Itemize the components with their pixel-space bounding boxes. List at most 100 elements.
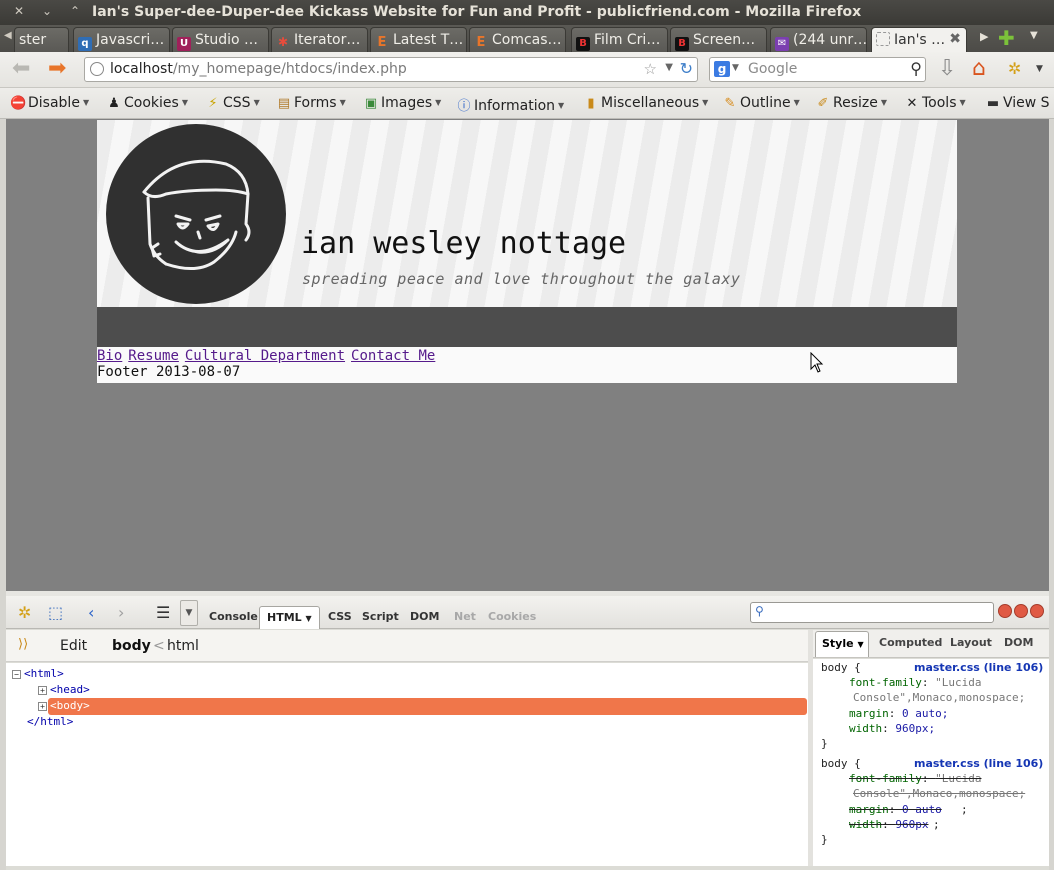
tab-console[interactable]: Console [209, 610, 258, 623]
tab-net[interactable]: Net [454, 610, 476, 623]
tab-label: Film Cri… [594, 32, 661, 48]
nav-link-bio[interactable]: Bio [97, 348, 122, 364]
url-history-dropdown-icon[interactable]: ▼ [665, 62, 673, 73]
tab-cookies[interactable]: Cookies [488, 610, 536, 623]
search-bar[interactable]: g ▼ Google ⚲ [709, 57, 926, 82]
window-close-icon[interactable]: ✕ [14, 4, 24, 18]
firebug-icon[interactable]: ✲ [1008, 56, 1021, 82]
tab-style[interactable]: Style ▼ [815, 631, 869, 657]
css-property-overridden[interactable]: margin: 0 auto [849, 803, 942, 816]
e-site-icon: E [377, 35, 387, 50]
tab-label: Iterator… [294, 32, 361, 48]
browser-tab[interactable]: B Screen… [670, 27, 767, 52]
browser-tab[interactable]: E Comcas… [469, 27, 566, 52]
css-source-link[interactable]: master.css (line 106) [914, 661, 1043, 674]
browser-tab[interactable]: ✱ Iterator… [271, 27, 368, 52]
url-path: /my_homepage/htdocs/index.php [172, 61, 407, 77]
tab-layout[interactable]: Layout [950, 636, 992, 649]
firebug-search-input[interactable]: ⚲ [750, 602, 994, 623]
nav-link-cultural-department[interactable]: Cultural Department [185, 348, 345, 364]
list-all-tabs-icon[interactable]: ▼ [1030, 30, 1038, 41]
detach-firebug-icon[interactable] [1014, 604, 1028, 618]
picture-icon: ▣ [364, 96, 378, 111]
engine-dropdown-icon[interactable]: ▼ [732, 63, 739, 73]
css-selector: body { [821, 661, 861, 674]
css-property[interactable]: margin: 0 auto; [849, 707, 948, 720]
list-icon[interactable]: ☰ [156, 603, 170, 622]
tab-css[interactable]: CSS [328, 610, 352, 623]
tab-dom[interactable]: DOM [410, 610, 439, 623]
expand-icon[interactable]: + [38, 702, 47, 711]
menu-information[interactable]: ⓘ Information ▼ [456, 95, 564, 114]
scroll-tabs-right-icon[interactable]: ▶ [980, 30, 988, 43]
browser-tab-active[interactable]: Ian's … ✖ [871, 27, 967, 52]
nav-link-resume[interactable]: Resume [128, 348, 179, 364]
menu-label: Cookies [124, 95, 179, 111]
window-minimize-icon[interactable]: ⌄ [42, 4, 52, 18]
forward-icon[interactable]: › [118, 603, 124, 622]
browser-tab[interactable]: ster [14, 27, 69, 52]
tree-node-html[interactable]: − <html> [12, 667, 64, 680]
google-engine-icon[interactable]: g [714, 61, 730, 77]
new-tab-icon[interactable]: ✚ [998, 26, 1015, 50]
browser-tab[interactable]: q Javascri… [73, 27, 170, 52]
collapse-icon[interactable]: − [12, 670, 21, 679]
css-property-overridden[interactable]: font-family: "Lucida [849, 772, 981, 785]
break-on-mutate-icon[interactable]: ⟩⟩ [18, 637, 28, 652]
tab-computed[interactable]: Computed [879, 636, 942, 649]
window-maximize-icon[interactable]: ⌃ [70, 4, 80, 18]
url-bar[interactable]: localhost/my_homepage/htdocs/index.php ☆… [84, 57, 698, 82]
browser-tab[interactable]: E Latest T… [370, 27, 467, 52]
menu-images[interactable]: ▣ Images ▼ [363, 95, 441, 111]
tab-style-label: Style [822, 637, 854, 650]
css-source-link[interactable]: master.css (line 106) [914, 757, 1043, 770]
panels-dropdown-icon[interactable]: ▼ [180, 600, 198, 626]
tree-node-body[interactable]: + <body> [38, 699, 90, 712]
tab-label: Ian's … [894, 32, 946, 48]
b-site-icon: B [576, 37, 590, 51]
tab-side-dom[interactable]: DOM [1004, 636, 1033, 649]
bookmark-star-icon[interactable]: ☆ [644, 60, 657, 78]
browser-tab[interactable]: ✉ (244 unr… [770, 27, 867, 52]
menu-forms[interactable]: ▤ Forms ▼ [276, 95, 346, 111]
back-arrow-icon[interactable]: ⬅ [12, 56, 30, 82]
nav-link-contact-me[interactable]: Contact Me [351, 348, 435, 364]
menu-cookies[interactable]: ♟ Cookies ▼ [106, 95, 188, 111]
browser-tab[interactable]: U Studio … [172, 27, 269, 52]
close-tab-icon[interactable]: ✖ [949, 31, 961, 47]
search-icon[interactable]: ⚲ [910, 59, 922, 78]
menu-resize[interactable]: ✐ Resize ▼ [815, 95, 887, 111]
tree-node-head[interactable]: + <head> [38, 683, 90, 696]
site-identity-icon[interactable] [90, 62, 104, 76]
back-icon[interactable]: ‹ [88, 603, 94, 622]
tab-script[interactable]: Script [362, 610, 399, 623]
home-icon[interactable]: ⌂ [972, 56, 986, 82]
menu-css[interactable]: ⚡ CSS ▼ [205, 95, 259, 111]
inspect-element-icon[interactable]: ⬚ [48, 603, 63, 622]
close-firebug-icon[interactable] [1030, 604, 1044, 618]
search-input[interactable]: Google [748, 61, 797, 77]
tree-selection-highlight [48, 698, 807, 715]
menu-tools[interactable]: ✕ Tools ▼ [904, 95, 966, 111]
menu-outline[interactable]: ✎ Outline ▼ [722, 95, 800, 111]
reload-icon[interactable]: ↻ [680, 59, 693, 78]
breadcrumb-parent[interactable]: html [167, 638, 199, 654]
menu-miscellaneous[interactable]: ▮ Miscellaneous ▼ [583, 95, 708, 111]
css-property-overridden[interactable]: width: 960px [849, 818, 929, 831]
scroll-tabs-left-icon[interactable]: ◀ [4, 30, 12, 41]
css-property[interactable]: font-family: "Lucida [849, 676, 981, 689]
tab-label: Screen… [693, 32, 756, 48]
tab-html[interactable]: HTML ▼ [259, 606, 320, 629]
menu-view-source[interactable]: ▬ View S [985, 95, 1050, 111]
downloads-icon[interactable]: ⇩ [938, 56, 956, 82]
forward-arrow-icon[interactable]: ➡ [48, 56, 66, 82]
browser-tab[interactable]: B Film Cri… [571, 27, 668, 52]
css-property[interactable]: width: 960px; [849, 722, 935, 735]
firebug-bug-icon[interactable]: ✲ [18, 603, 31, 622]
edit-button[interactable]: Edit [60, 638, 87, 654]
expand-icon[interactable]: + [38, 686, 47, 695]
firebug-menu-icon[interactable]: ▼ [1036, 64, 1043, 74]
breadcrumb-current[interactable]: body [112, 638, 151, 654]
minimize-firebug-icon[interactable] [998, 604, 1012, 618]
menu-disable[interactable]: ⛔ Disable ▼ [10, 95, 89, 111]
